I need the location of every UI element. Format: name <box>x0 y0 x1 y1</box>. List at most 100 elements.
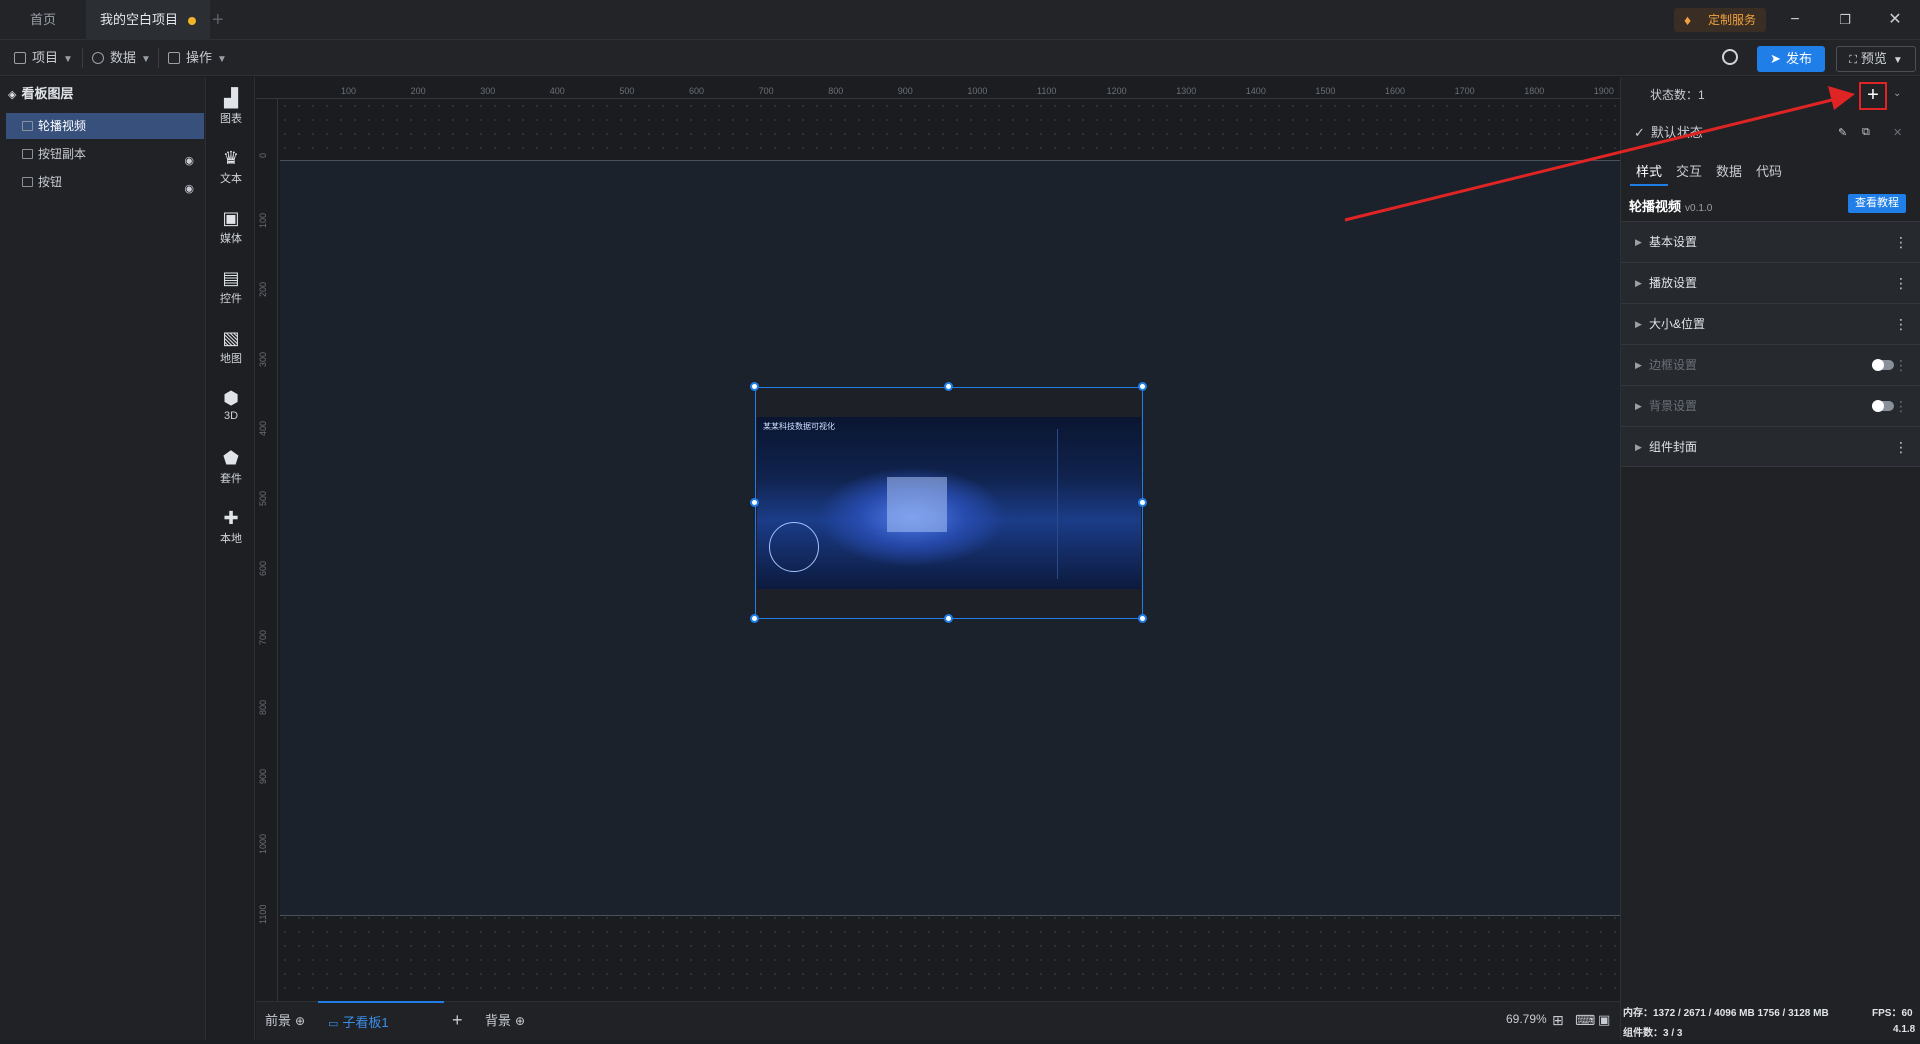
tab-home[interactable]: 首页 <box>16 0 70 40</box>
layer-item[interactable]: 按钮副本 ◉ <box>6 141 204 167</box>
background-toggle[interactable] <box>1872 400 1894 412</box>
terminal-icon[interactable]: ▣ <box>1598 1012 1610 1028</box>
chevron-down-icon: ▼ <box>217 54 227 65</box>
layer-label: 轮播视频 <box>38 119 87 133</box>
add-board-button[interactable]: + <box>452 1001 463 1040</box>
section-component-cover[interactable]: ▶ 组件封面 ⋮ <box>1621 426 1920 467</box>
minimize-button[interactable]: − <box>1770 0 1820 40</box>
layer-item[interactable]: 按钮 ◉ <box>6 169 204 195</box>
unsaved-dot <box>188 16 197 25</box>
preview-button[interactable]: ⛶ 预览 ▼ <box>1836 46 1916 72</box>
ruler-tick: 700 <box>258 630 268 646</box>
ruler-tick: 500 <box>619 86 635 96</box>
ruler-tick: 600 <box>258 560 268 576</box>
button-icon <box>22 177 33 187</box>
component-media[interactable]: ▣ 媒体 <box>207 208 255 246</box>
restore-button[interactable]: ❐ <box>1820 0 1870 40</box>
resize-handle[interactable] <box>750 498 759 507</box>
section-size-position[interactable]: ▶ 大小&位置 ⋮ <box>1621 303 1920 344</box>
layer-item[interactable]: 轮播视频 <box>6 113 204 139</box>
chart-icon: ▟ <box>224 88 238 108</box>
file-icon <box>14 52 26 64</box>
data-menu[interactable]: 数据 ▼ <box>92 40 151 76</box>
resize-handle[interactable] <box>1138 498 1147 507</box>
border-toggle[interactable] <box>1872 359 1894 371</box>
component-label: 图表 <box>220 113 242 125</box>
keyboard-icon[interactable]: ⌨ <box>1575 1012 1595 1029</box>
layer-label: 按钮 <box>38 175 63 189</box>
component-chart[interactable]: ▟ 图表 <box>207 88 255 126</box>
ruler-tick: 300 <box>480 86 496 96</box>
ruler-tick: 600 <box>689 86 705 96</box>
resize-handle[interactable] <box>944 382 953 391</box>
resize-handle[interactable] <box>750 382 759 391</box>
component-kit[interactable]: ⬟ 套件 <box>207 448 255 486</box>
caret-right-icon: ▶ <box>1635 360 1642 370</box>
add-circle-icon[interactable]: ⊕ <box>295 1014 305 1028</box>
component-control[interactable]: ▤ 控件 <box>207 268 255 306</box>
tab-home-label: 首页 <box>30 12 57 27</box>
component-text[interactable]: ♛ 文本 <box>207 148 255 186</box>
more-icon[interactable]: ⋮ <box>1894 345 1908 385</box>
database-icon <box>92 52 104 64</box>
map-icon: ▧ <box>222 328 240 348</box>
section-background-settings[interactable]: ▶ 背景设置 ⋮ <box>1621 385 1920 426</box>
tab-my-project-label: 我的空白项目 <box>100 12 179 27</box>
custom-service-button[interactable]: ♦ 定制服务 <box>1674 8 1767 32</box>
ruler-tick: 1000 <box>258 833 268 854</box>
hidden-eye-icon[interactable]: ◉ <box>184 176 194 202</box>
sub-board-label: 子看板1 <box>342 1015 389 1030</box>
ruler-tick: 1100 <box>258 904 268 924</box>
caret-right-icon: ▶ <box>1635 442 1642 452</box>
close-button[interactable]: ✕ <box>1870 0 1920 40</box>
ruler-tick: 400 <box>549 86 565 96</box>
layers-panel <box>0 77 206 1040</box>
tab-my-project[interactable]: 我的空白项目 <box>86 0 211 40</box>
title-bar <box>0 0 1920 40</box>
add-tab-button[interactable]: + <box>212 0 224 40</box>
media-icon: ▣ <box>222 208 240 228</box>
ruler-tick: 500 <box>258 490 268 506</box>
resize-handle[interactable] <box>1138 382 1147 391</box>
more-icon[interactable]: ⋮ <box>1894 386 1908 426</box>
kit-icon: ⬟ <box>223 448 239 468</box>
foreground-tab[interactable]: 前景 ⊕ <box>265 1001 305 1040</box>
resize-handle[interactable] <box>750 614 759 623</box>
resize-handle[interactable] <box>944 614 953 623</box>
search-icon[interactable] <box>1722 49 1738 65</box>
component-map[interactable]: ▧ 地图 <box>207 328 255 366</box>
more-icon[interactable]: ⋮ <box>1894 427 1908 467</box>
diamond-icon: ♦ <box>1684 12 1692 28</box>
section-label: 背景设置 <box>1649 399 1698 413</box>
delete-icon[interactable]: ✕ <box>1893 126 1902 139</box>
resize-handle[interactable] <box>1138 614 1147 623</box>
ruler-tick: 100 <box>258 212 268 228</box>
ruler-tick: 800 <box>258 699 268 715</box>
chevron-down-icon[interactable]: ⌄ <box>1893 88 1901 99</box>
ruler-tick: 100 <box>341 86 357 96</box>
project-menu[interactable]: 项目 ▼ <box>14 40 73 76</box>
component-label: 媒体 <box>220 233 242 245</box>
background-tab[interactable]: 背景 ⊕ <box>485 1001 525 1040</box>
section-label: 播放设置 <box>1649 276 1698 290</box>
zoom-level[interactable]: 69.79% <box>1506 1012 1547 1026</box>
publish-label: 发布 <box>1785 51 1812 66</box>
side-panel <box>1057 429 1133 579</box>
toolbar-divider <box>82 48 83 68</box>
more-icon[interactable]: ⋮ <box>1894 304 1908 344</box>
section-border-settings[interactable]: ▶ 边框设置 ⋮ <box>1621 344 1920 385</box>
publish-button[interactable]: ➤ 发布 <box>1757 46 1825 72</box>
more-icon[interactable]: ⋮ <box>1894 263 1908 303</box>
video-thumbnail: 某某科技数据可视化 <box>757 417 1141 589</box>
section-play-settings[interactable]: ▶ 播放设置 ⋮ <box>1621 262 1920 303</box>
grid-icon <box>168 52 180 64</box>
fit-screen-icon[interactable]: ⊞ <box>1552 1012 1564 1029</box>
sub-board-tab[interactable]: ▭ 子看板1 <box>318 1001 444 1040</box>
component-3d[interactable]: ⬢ 3D <box>207 388 255 422</box>
add-circle-icon[interactable]: ⊕ <box>515 1014 525 1028</box>
ruler-tick: 1300 <box>1176 86 1197 96</box>
more-icon[interactable]: ⋮ <box>1894 222 1908 262</box>
operate-menu[interactable]: 操作 ▼ <box>168 40 227 76</box>
component-local[interactable]: ✚ 本地 <box>207 508 255 546</box>
ruler-tick: 0 <box>258 152 268 158</box>
